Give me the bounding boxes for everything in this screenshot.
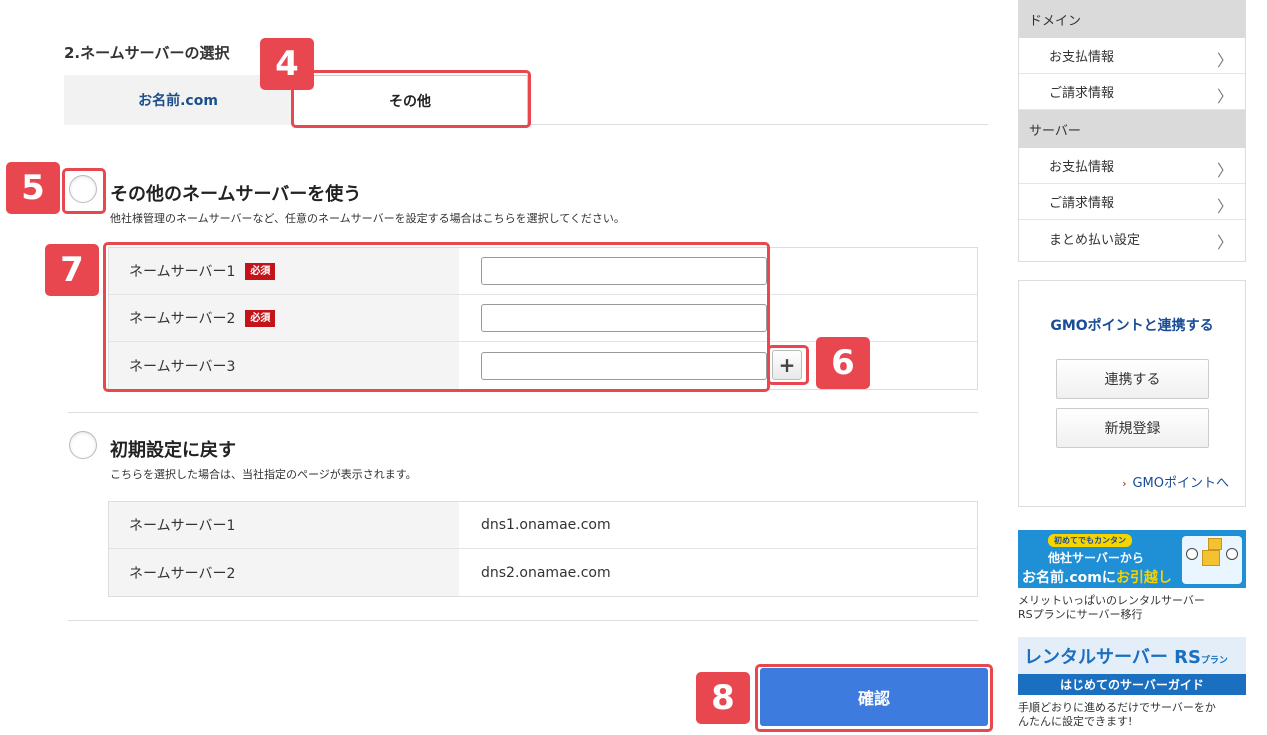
tab-other[interactable]: その他 (292, 75, 528, 125)
banner-tag: 初めてでもカンタン (1048, 534, 1132, 547)
nameserver-label: ネームサーバー3 (129, 358, 236, 375)
nameserver3-input[interactable] (481, 351, 767, 380)
table-row: ネームサーバー1 必須 (109, 248, 977, 295)
nameserver2-input[interactable] (481, 304, 767, 332)
gmo-register-button[interactable]: 新規登録 (1056, 408, 1209, 448)
banner-bar: はじめてのサーバーガイド (1018, 674, 1246, 695)
option-default-description: こちらを選択した場合は、当社指定のページが表示されます。 (110, 468, 417, 481)
arrow-right-icon: › (1122, 477, 1127, 490)
confirm-button[interactable]: 確認 (760, 668, 988, 726)
banner-line1: レンタルサーバー RSプラン (1024, 647, 1228, 668)
sidebar-item-domain-payment[interactable]: お支払情報 〉 (1019, 38, 1245, 74)
chevron-right-icon: 〉 (1216, 161, 1233, 180)
migration-banner[interactable]: 初めてでもカンタン 他社サーバーから お名前.comにお引越し (1018, 530, 1246, 588)
chevron-right-icon: 〉 (1216, 233, 1233, 252)
divider (68, 412, 978, 413)
table-row: ネームサーバー2 必須 (109, 295, 977, 342)
table-row: ネームサーバー2 dns2.onamae.com (109, 549, 977, 596)
gmo-link-button[interactable]: 連携する (1056, 359, 1209, 399)
option-default-title: 初期設定に戻す (110, 440, 236, 461)
step-badge-7: 7 (45, 244, 99, 296)
chevron-right-icon: 〉 (1216, 51, 1233, 70)
server-guide-banner[interactable]: レンタルサーバー RSプラン はじめてのサーバーガイド (1018, 637, 1246, 695)
migration-banner-caption: メリットいっぱいのレンタルサーバー RSプランにサーバー移行 (1018, 594, 1205, 621)
gmo-title: GMOポイントと連携する (1050, 318, 1214, 334)
nameserver-label: ネームサーバー1 (109, 502, 459, 548)
tab-onamae[interactable]: お名前.com (64, 75, 292, 125)
required-badge: 必須 (245, 262, 276, 280)
nameserver1-input[interactable] (481, 257, 767, 285)
table-row: ネームサーバー1 dns1.onamae.com (109, 502, 977, 549)
nameserver-label: ネームサーバー2 (129, 311, 236, 327)
chevron-right-icon: 〉 (1216, 87, 1233, 106)
sidebar-item-domain-billing[interactable]: ご請求情報 〉 (1019, 74, 1245, 110)
nameserver-tabs: お名前.com その他 (64, 75, 988, 125)
gmo-points-box: GMOポイントと連携する 連携する 新規登録 › GMOポイントへ (1018, 280, 1246, 507)
divider (68, 620, 978, 621)
sidebar-item-server-payment[interactable]: お支払情報 〉 (1019, 148, 1245, 184)
add-nameserver-button[interactable]: + (772, 350, 802, 380)
nameserver-value: dns2.onamae.com (481, 564, 611, 581)
gmo-points-link[interactable]: › GMOポイントへ (1122, 472, 1229, 491)
server-guide-caption: 手順どおりに進めるだけでサーバーをか んたんに設定できます! (1018, 701, 1216, 728)
option-other-title: その他のネームサーバーを使う (110, 184, 362, 205)
sidebar-item-server-billing[interactable]: ご請求情報 〉 (1019, 184, 1245, 220)
step-badge-5: 5 (6, 162, 60, 214)
moving-boxes-illustration (1182, 536, 1242, 584)
section-title: 2.ネームサーバーの選択 (64, 44, 230, 62)
sidebar-heading-server: サーバー (1019, 110, 1245, 148)
default-nameserver-table: ネームサーバー1 dns1.onamae.com ネームサーバー2 dns2.o… (108, 501, 978, 597)
option-other-description: 他社様管理のネームサーバーなど、任意のネームサーバーを設定する場合はこちらを選択… (110, 212, 625, 225)
nameserver-label: ネームサーバー2 (109, 549, 459, 596)
banner-line1: 他社サーバーから (1048, 551, 1144, 565)
chevron-right-icon: 〉 (1216, 197, 1233, 216)
required-badge: 必須 (245, 309, 276, 327)
radio-other-nameserver[interactable] (69, 175, 97, 203)
radio-default-nameserver[interactable] (69, 431, 97, 459)
sidebar-item-bulk-payment[interactable]: まとめ払い設定 〉 (1019, 220, 1245, 256)
step-badge-6: 6 (816, 337, 870, 389)
banner-line2: お名前.comにお引越し (1022, 570, 1172, 586)
step-badge-4: 4 (260, 38, 314, 90)
sidebar-menu: ドメイン お支払情報 〉 ご請求情報 〉 サーバー お支払情報 〉 ご請求情報 … (1018, 0, 1246, 262)
step-badge-8: 8 (696, 672, 750, 724)
sidebar-heading-domain: ドメイン (1019, 0, 1245, 38)
nameserver-label: ネームサーバー1 (129, 264, 236, 280)
nameserver-value: dns1.onamae.com (481, 517, 611, 533)
